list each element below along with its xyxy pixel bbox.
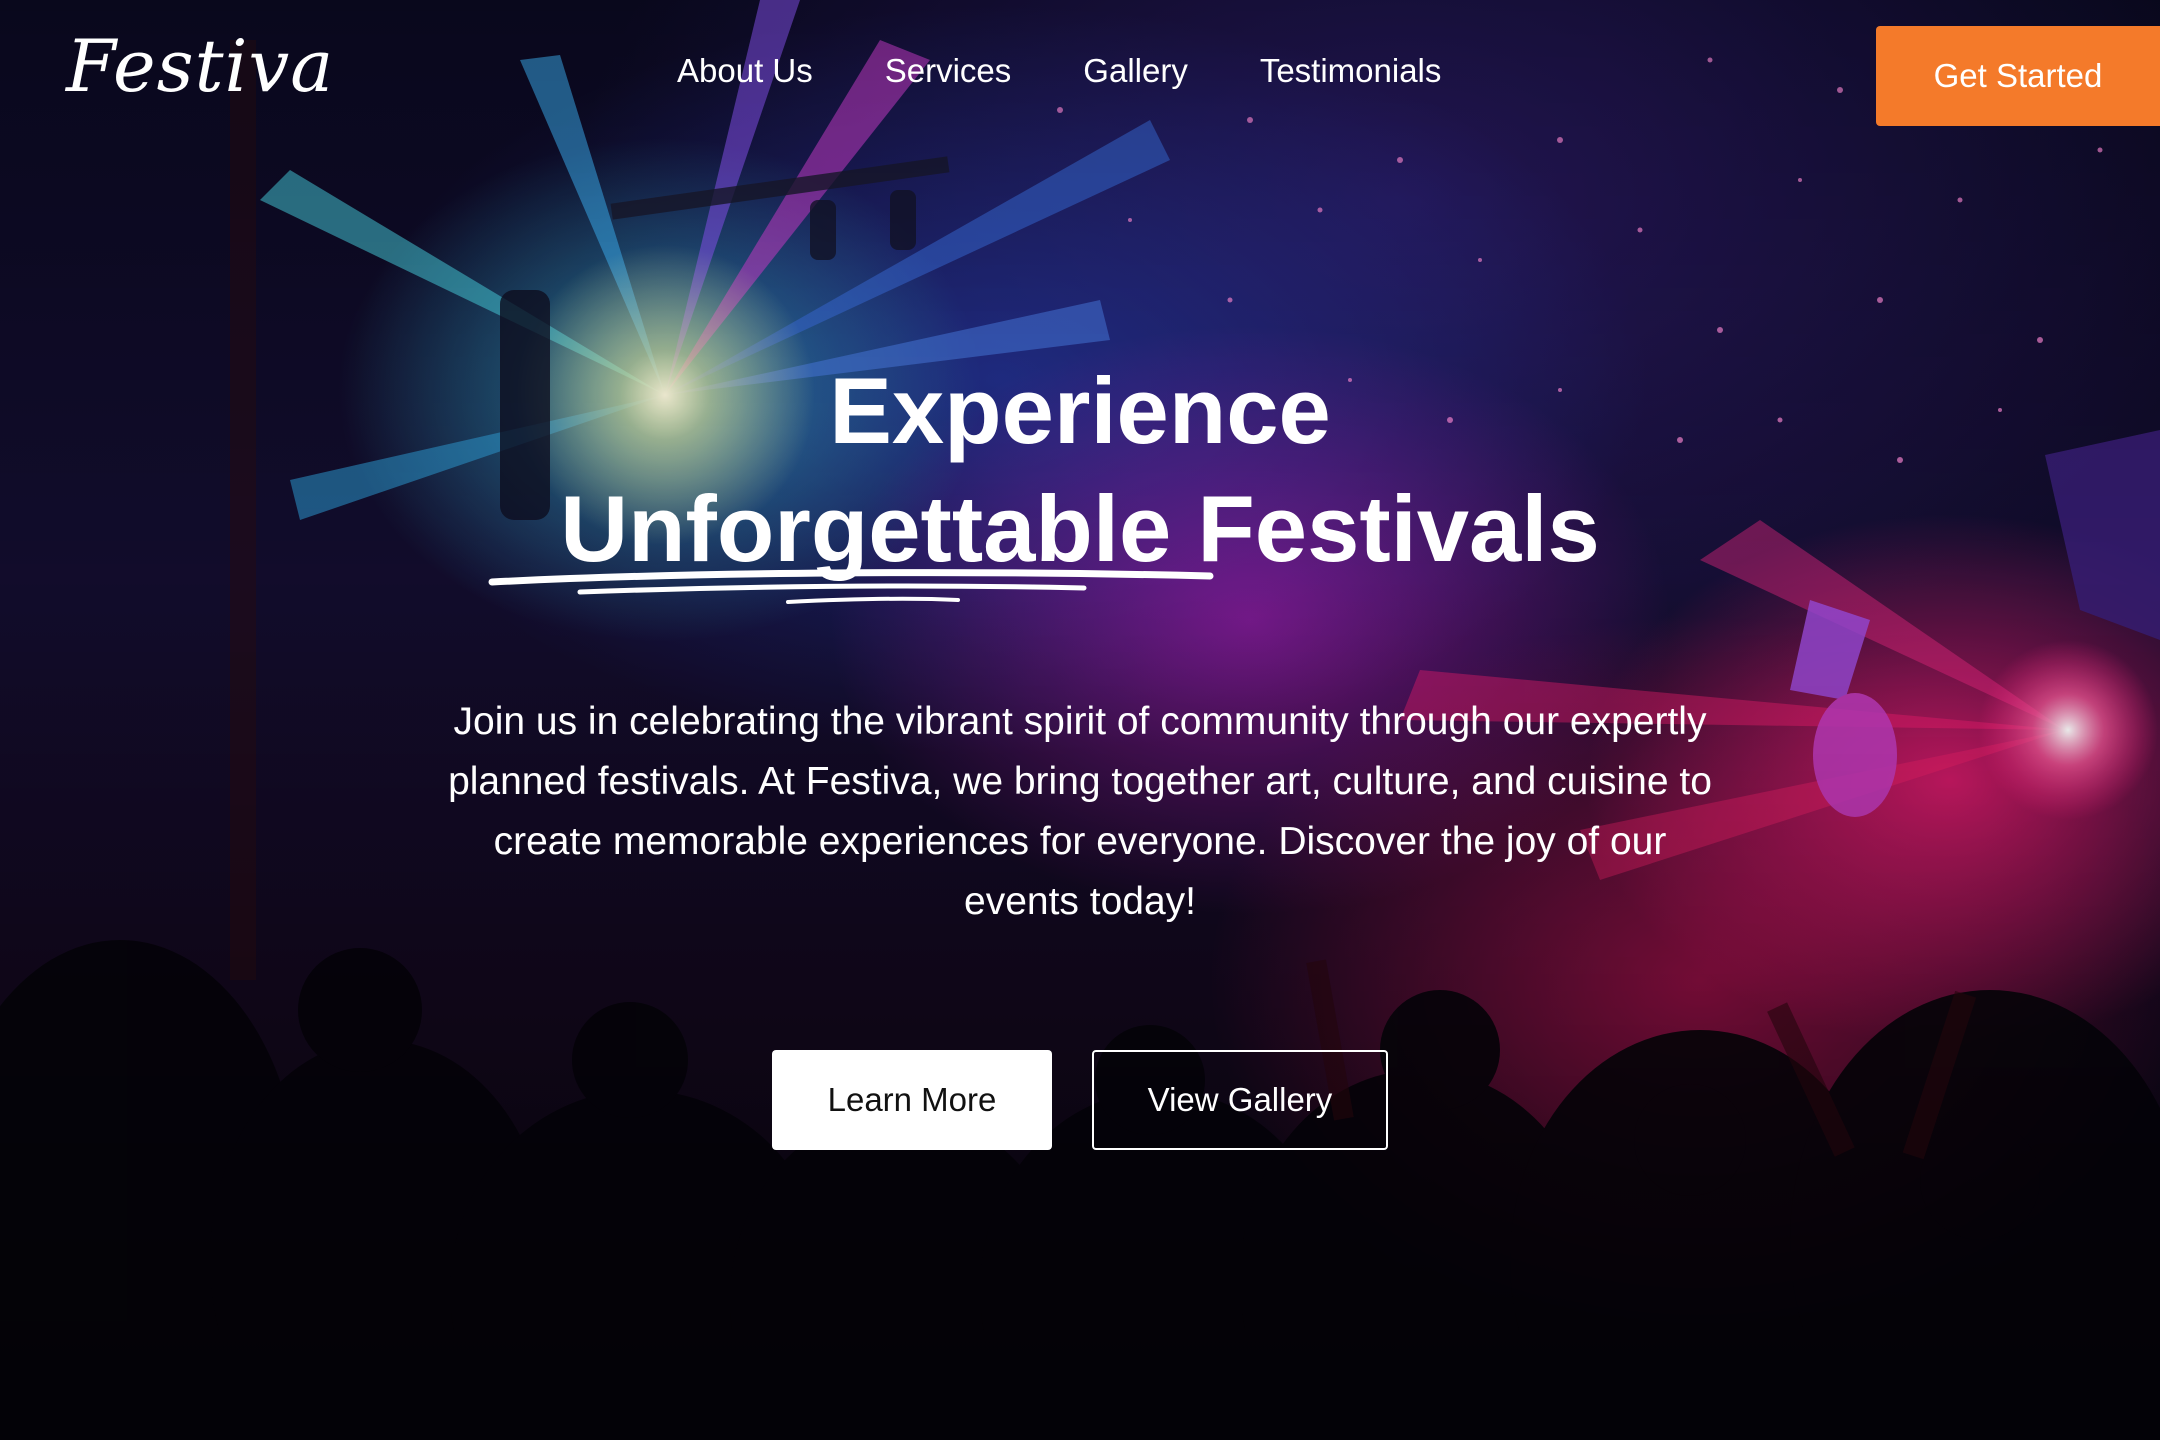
brush-underline-icon <box>488 569 1214 604</box>
learn-more-button[interactable]: Learn More <box>772 1050 1052 1150</box>
nav-link-about-us[interactable]: About Us <box>677 54 813 87</box>
get-started-button[interactable]: Get Started <box>1876 26 2160 126</box>
main-nav: About Us Services Gallery Testimonials <box>677 54 1513 87</box>
hero-section: Festiva About Us Services Gallery Testim… <box>0 0 2160 1440</box>
hero-headline-line1: Experience <box>829 358 1331 463</box>
view-gallery-button[interactable]: View Gallery <box>1092 1050 1388 1150</box>
hero-headline-rest: Festivals <box>1197 476 1600 581</box>
brand-logo[interactable]: Festiva <box>66 30 334 102</box>
hero-description: Join us in celebrating the vibrant spiri… <box>448 700 1712 923</box>
nav-link-services[interactable]: Services <box>885 54 1012 87</box>
nav-link-gallery[interactable]: Gallery <box>1083 54 1188 87</box>
nav-link-testimonials[interactable]: Testimonials <box>1260 54 1442 87</box>
